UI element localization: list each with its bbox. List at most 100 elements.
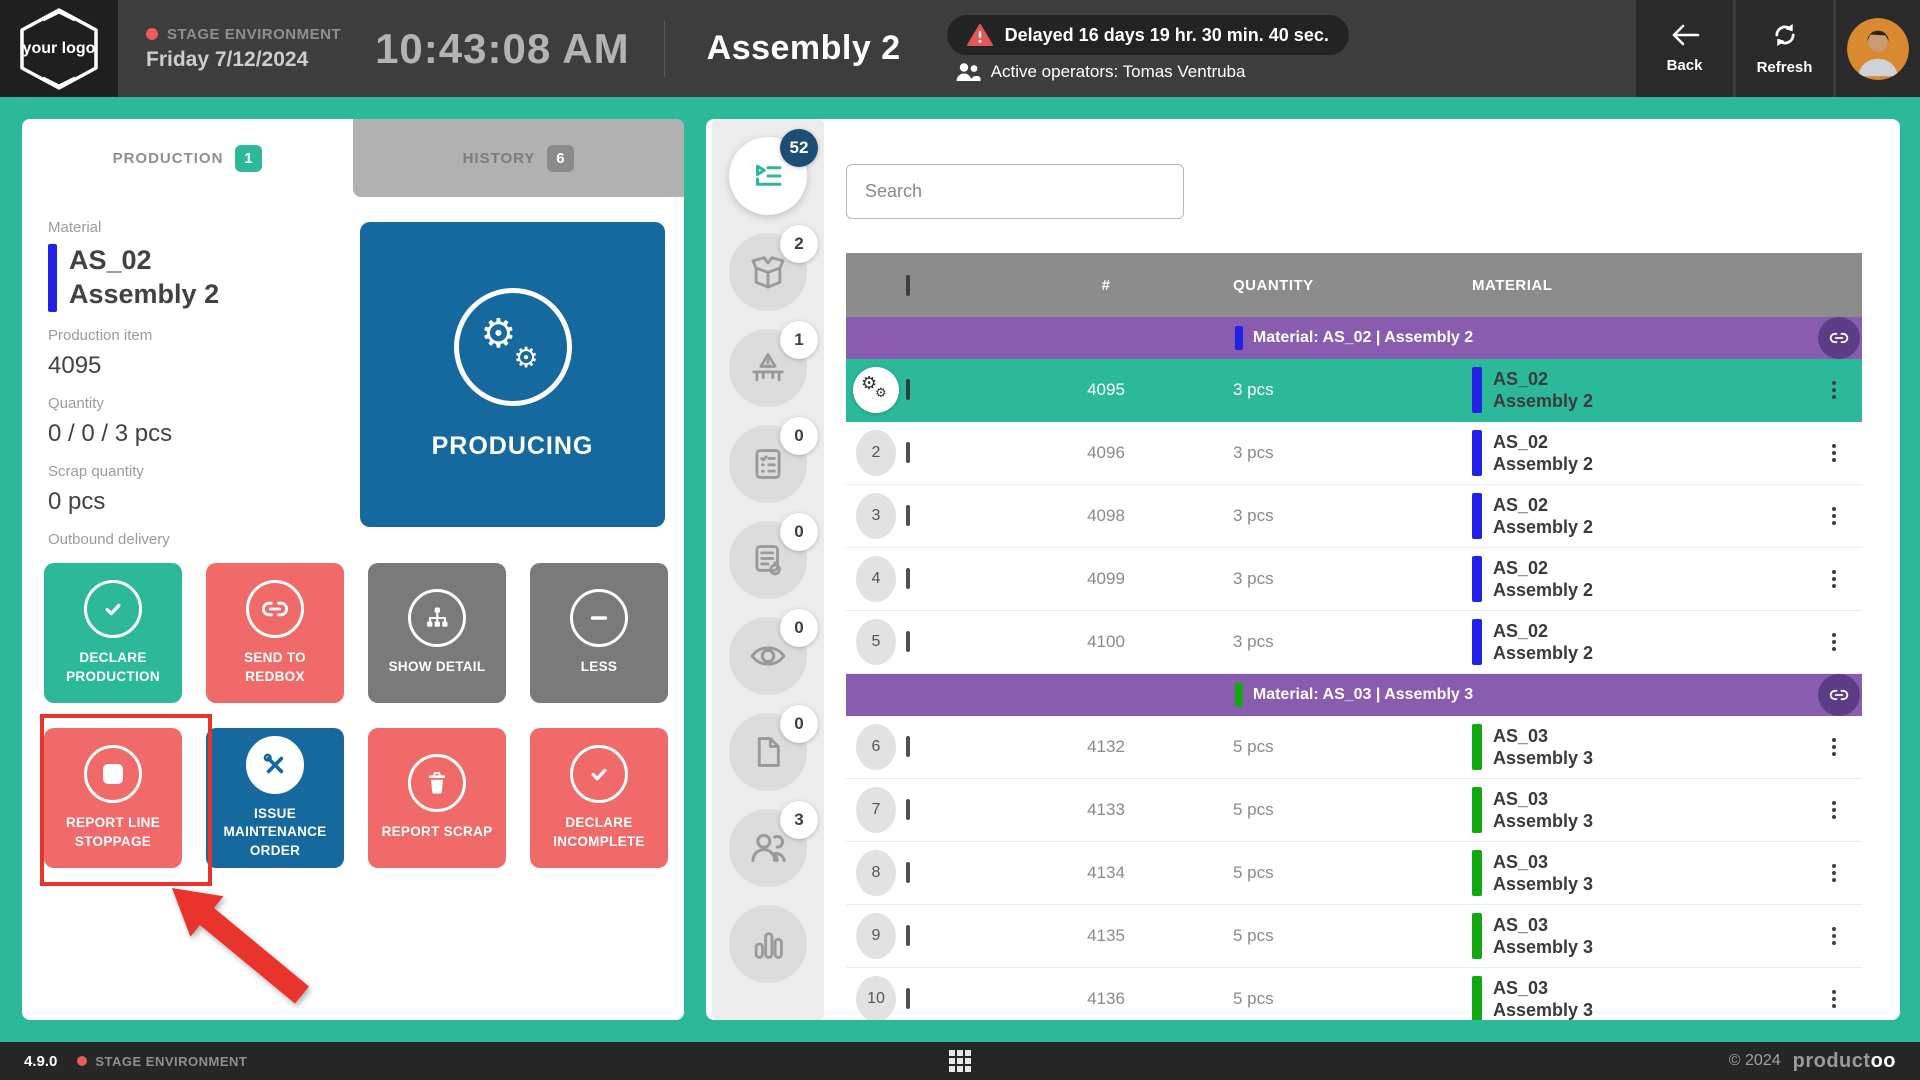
order-row[interactable]: 3 ⚙⚙ 4098 3 pcs AS_02 Assembly 2 [846,485,1862,548]
row-menu-button[interactable] [1806,738,1862,756]
row-menu-button[interactable] [1806,927,1862,945]
rail-production-queue[interactable]: 52 [729,137,807,215]
material-code: AS_03 [1493,914,1593,937]
material-color-bar [1472,430,1482,476]
row-menu-button[interactable] [1806,570,1862,588]
rail-documents[interactable]: 0 [729,713,807,791]
row-menu-button[interactable] [1806,864,1862,882]
delay-text: Delayed 16 days 19 hr. 30 min. 40 sec. [1005,25,1329,46]
rail-work-instructions[interactable]: 0 [729,521,807,599]
rail-statistics[interactable] [729,905,807,983]
order-quantity: 3 pcs [1196,632,1456,652]
group-color-bar [1235,683,1243,707]
warning-icon [967,23,993,47]
material-name: Assembly 3 [1493,873,1593,896]
back-button[interactable]: Back [1636,0,1733,97]
search-input[interactable] [846,164,1184,219]
issue-maintenance-order-label: ISSUE MAINTENANCE ORDER [216,805,334,860]
material-name: Assembly 3 [1493,810,1593,833]
environment-status-dot [146,28,158,40]
row-index: 8 [856,850,896,896]
row-checkbox[interactable] [906,505,910,526]
delay-badge: Delayed 16 days 19 hr. 30 min. 40 sec. [947,15,1349,55]
order-row[interactable]: 6 ⚙⚙ 4132 5 pcs AS_03 Assembly 3 [846,716,1862,779]
order-row[interactable]: 4 ⚙⚙ 4099 3 pcs AS_02 Assembly 2 [846,548,1862,611]
order-material: AS_02 Assembly 2 [1456,493,1806,539]
report-line-stoppage-button[interactable]: REPORT LINE STOPPAGE [44,728,182,868]
rail-documents-badge: 0 [780,705,818,743]
user-avatar-block[interactable] [1836,0,1920,97]
rail-inspection[interactable]: 0 [729,617,807,695]
tab-production[interactable]: PRODUCTION 1 [22,119,353,197]
order-number: 4096 [1016,443,1196,463]
row-menu-button[interactable] [1806,507,1862,525]
group-link-button[interactable] [1818,317,1860,359]
refresh-button[interactable]: Refresh [1736,0,1833,97]
row-menu-button[interactable] [1806,633,1862,651]
order-row[interactable]: 9 ⚙⚙ 4135 5 pcs AS_03 Assembly 3 [846,905,1862,968]
show-detail-button[interactable]: SHOW DETAIL [368,563,506,703]
order-quantity: 5 pcs [1196,989,1456,1009]
order-quantity: 3 pcs [1196,569,1456,589]
action-buttons: DECLARE PRODUCTION SEND TO REDBOX SHOW [44,563,668,868]
producing-status-tile[interactable]: ⚙⚙ PRODUCING [360,222,665,527]
row-checkbox[interactable] [906,442,910,463]
top-header: your logo STAGE ENVIRONMENT Friday 7/12/… [0,0,1920,97]
material-code: AS_02 [1493,431,1593,454]
material-code: AS_02 [69,244,219,278]
open-box-icon [749,253,787,291]
send-to-redbox-button[interactable]: SEND TO REDBOX [206,563,344,703]
app-grid-button[interactable] [949,1050,971,1072]
row-checkbox[interactable] [906,988,910,1009]
group-color-bar [1235,326,1243,350]
row-index: 10 [856,976,896,1020]
order-number: 4133 [1016,800,1196,820]
header-divider [664,21,665,77]
row-menu-button[interactable] [1806,990,1862,1008]
order-row[interactable]: 5 ⚙⚙ 4100 3 pcs AS_02 Assembly 2 [846,611,1862,674]
declare-production-button[interactable]: DECLARE PRODUCTION [44,563,182,703]
row-checkbox[interactable] [906,862,910,883]
issue-maintenance-order-button[interactable]: ISSUE MAINTENANCE ORDER [206,728,344,868]
order-row[interactable]: 1 ⚙⚙ 4095 3 pcs AS_02 Assembly 2 [846,359,1862,422]
row-menu-button[interactable] [1806,444,1862,462]
link-icon [1829,328,1849,348]
row-checkbox[interactable] [906,799,910,820]
less-button[interactable]: LESS [530,563,668,703]
order-row[interactable]: 8 ⚙⚙ 4134 5 pcs AS_03 Assembly 3 [846,842,1862,905]
rail-line-issues[interactable]: 1 [729,329,807,407]
file-icon [749,733,787,771]
avatar [1847,18,1909,80]
group-link-button[interactable] [1818,674,1860,716]
row-checkbox[interactable] [906,631,910,652]
minus-icon [570,589,628,647]
row-checkbox[interactable] [906,568,910,589]
material-name: Assembly 2 [1493,453,1593,476]
tab-history[interactable]: HISTORY 6 [353,119,684,197]
rail-packaging[interactable]: 2 [729,233,807,311]
order-number: 4100 [1016,632,1196,652]
select-all-checkbox[interactable] [906,275,910,296]
order-material: AS_02 Assembly 2 [1456,556,1806,602]
order-row[interactable]: 2 ⚙⚙ 4096 3 pcs AS_02 Assembly 2 [846,422,1862,485]
footer-bar: 4.9.0 STAGE ENVIRONMENT © 2024 productoo [0,1042,1920,1080]
bar-chart-icon [749,925,787,963]
row-menu-button[interactable] [1806,801,1862,819]
rail-operators[interactable]: 3 [729,809,807,887]
order-quantity: 3 pcs [1196,506,1456,526]
report-scrap-button[interactable]: REPORT SCRAP [368,728,506,868]
row-menu-button[interactable] [1806,381,1862,399]
orders-table-body: Material: AS_02 | Assembly 2 1 ⚙⚙ 4095 3… [846,317,1862,1020]
row-checkbox[interactable] [906,736,910,757]
check-icon [570,745,628,803]
rail-packaging-badge: 2 [780,225,818,263]
declare-incomplete-button[interactable]: DECLARE INCOMPLETE [530,728,668,868]
row-checkbox[interactable] [906,379,910,400]
order-row[interactable]: 7 ⚙⚙ 4133 5 pcs AS_03 Assembly 3 [846,779,1862,842]
row-index: 6 [856,724,896,770]
row-checkbox[interactable] [906,925,910,946]
group-label: Material: AS_02 | Assembly 2 [1253,329,1473,347]
order-row[interactable]: 10 ⚙⚙ 4136 5 pcs AS_03 Assembly 3 [846,968,1862,1020]
rail-checklists[interactable]: 0 [729,425,807,503]
order-material: AS_03 Assembly 3 [1456,850,1806,896]
